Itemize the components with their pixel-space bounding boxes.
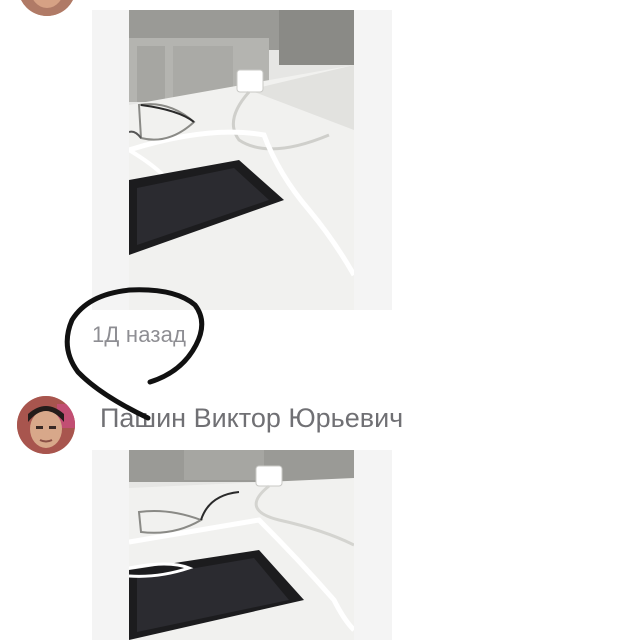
avatar-face-icon: [18, 0, 76, 16]
author-name[interactable]: Пашин Виктор Юрьевич: [100, 403, 403, 434]
message-timestamp: 1Д назад: [92, 322, 187, 347]
desk-photo-icon: [129, 10, 354, 310]
chat-feed: 1Д назад Пашин Виктор Юрьевич: [0, 0, 640, 640]
avatar-face-icon: [17, 396, 75, 454]
desk-photo-icon: [129, 450, 354, 640]
user-avatar[interactable]: [17, 396, 75, 454]
message-photo-1[interactable]: [92, 10, 392, 310]
message-photo-2[interactable]: [92, 450, 392, 640]
user-avatar-top[interactable]: [18, 0, 76, 16]
